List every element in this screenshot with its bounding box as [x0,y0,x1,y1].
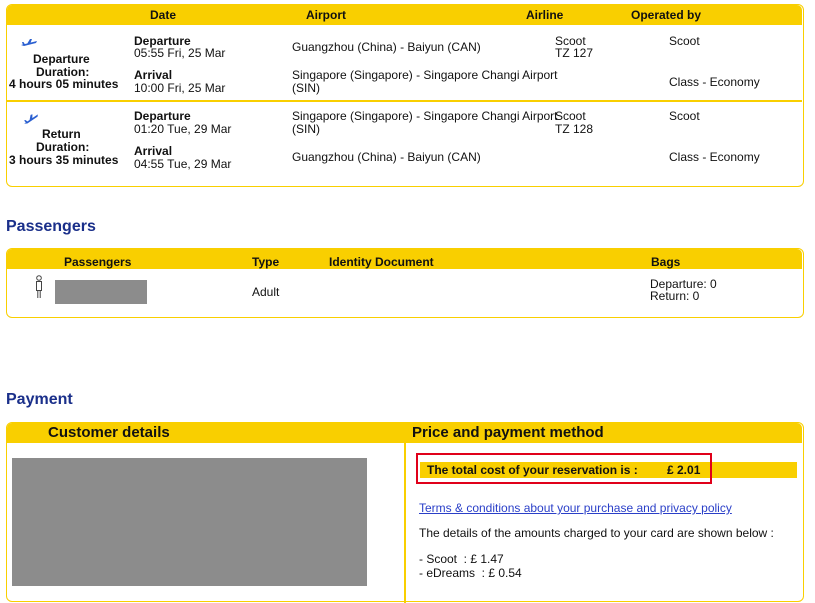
col-header-passengers: Passengers [64,255,132,269]
ret-leg1-airport-line2: (SIN) [292,122,320,136]
ret-leg1-flight: TZ 128 [555,122,594,136]
dep-leg1-datetime: 05:55 Fri, 25 Mar [134,46,226,60]
dep-leg2-class: Class - Economy [669,75,760,89]
person-icon [36,275,42,298]
ret-leg2-datetime: 04:55 Tue, 29 Mar [134,157,232,171]
price-payment-header: Price and payment method [412,424,604,441]
plane-return-icon [24,114,38,124]
col-header-bags: Bags [651,255,681,269]
dep-leg2-kind: Arrival [134,68,173,82]
col-header-airport: Airport [306,8,346,22]
departure-label: Departure [33,52,90,66]
dep-leg1-operated: Scoot [669,34,700,48]
col-header-date: Date [150,8,177,22]
dep-leg2-datetime: 10:00 Fri, 25 Mar [134,81,226,95]
customer-details-header: Customer details [48,424,170,441]
flights-divider [7,100,802,102]
payment-title: Payment [6,391,73,408]
departure-duration: 4 hours 05 minutes [9,77,119,91]
passengers-title: Passengers [6,218,96,235]
return-label: Return [42,127,81,141]
payment-column-divider [404,443,406,603]
bags-return: Return: 0 [650,289,700,303]
ret-leg2-class: Class - Economy [669,150,760,164]
passenger-type: Adult [252,285,280,299]
charge-edreams: - eDreams : £ 0.54 [419,566,522,580]
return-duration-label: Duration: [36,140,90,154]
dep-leg1-airport: Guangzhou (China) - Baiyun (CAN) [292,40,481,54]
passenger-name-redacted [55,280,147,304]
dep-leg2-airport-line1: Singapore (Singapore) - Singapore Changi… [292,68,558,82]
plane-departure-icon [21,39,37,46]
ret-leg2-kind: Arrival [134,144,173,158]
charges-details-text: The details of the amounts charged to yo… [419,526,774,540]
terms-link[interactable]: Terms & conditions about your purchase a… [419,501,732,515]
dep-leg1-flight: TZ 127 [555,46,594,60]
col-header-operated: Operated by [631,8,702,22]
ret-leg1-airport-line1: Singapore (Singapore) - Singapore Changi… [292,109,558,123]
col-header-identity: Identity Document [329,255,434,269]
customer-details-redacted [12,458,367,586]
charge-scoot: - Scoot : £ 1.47 [419,552,504,566]
col-header-airline: Airline [526,8,564,22]
ret-leg2-airport: Guangzhou (China) - Baiyun (CAN) [292,150,481,164]
ret-leg1-operated: Scoot [669,109,700,123]
return-duration: 3 hours 35 minutes [9,153,119,167]
ret-leg1-kind: Departure [134,109,191,123]
ret-leg1-airline: Scoot [555,109,586,123]
col-header-type: Type [252,255,280,269]
ret-leg1-datetime: 01:20 Tue, 29 Mar [134,122,232,136]
dep-leg2-airport-line2: (SIN) [292,81,320,95]
total-cost-highlight [416,453,712,484]
